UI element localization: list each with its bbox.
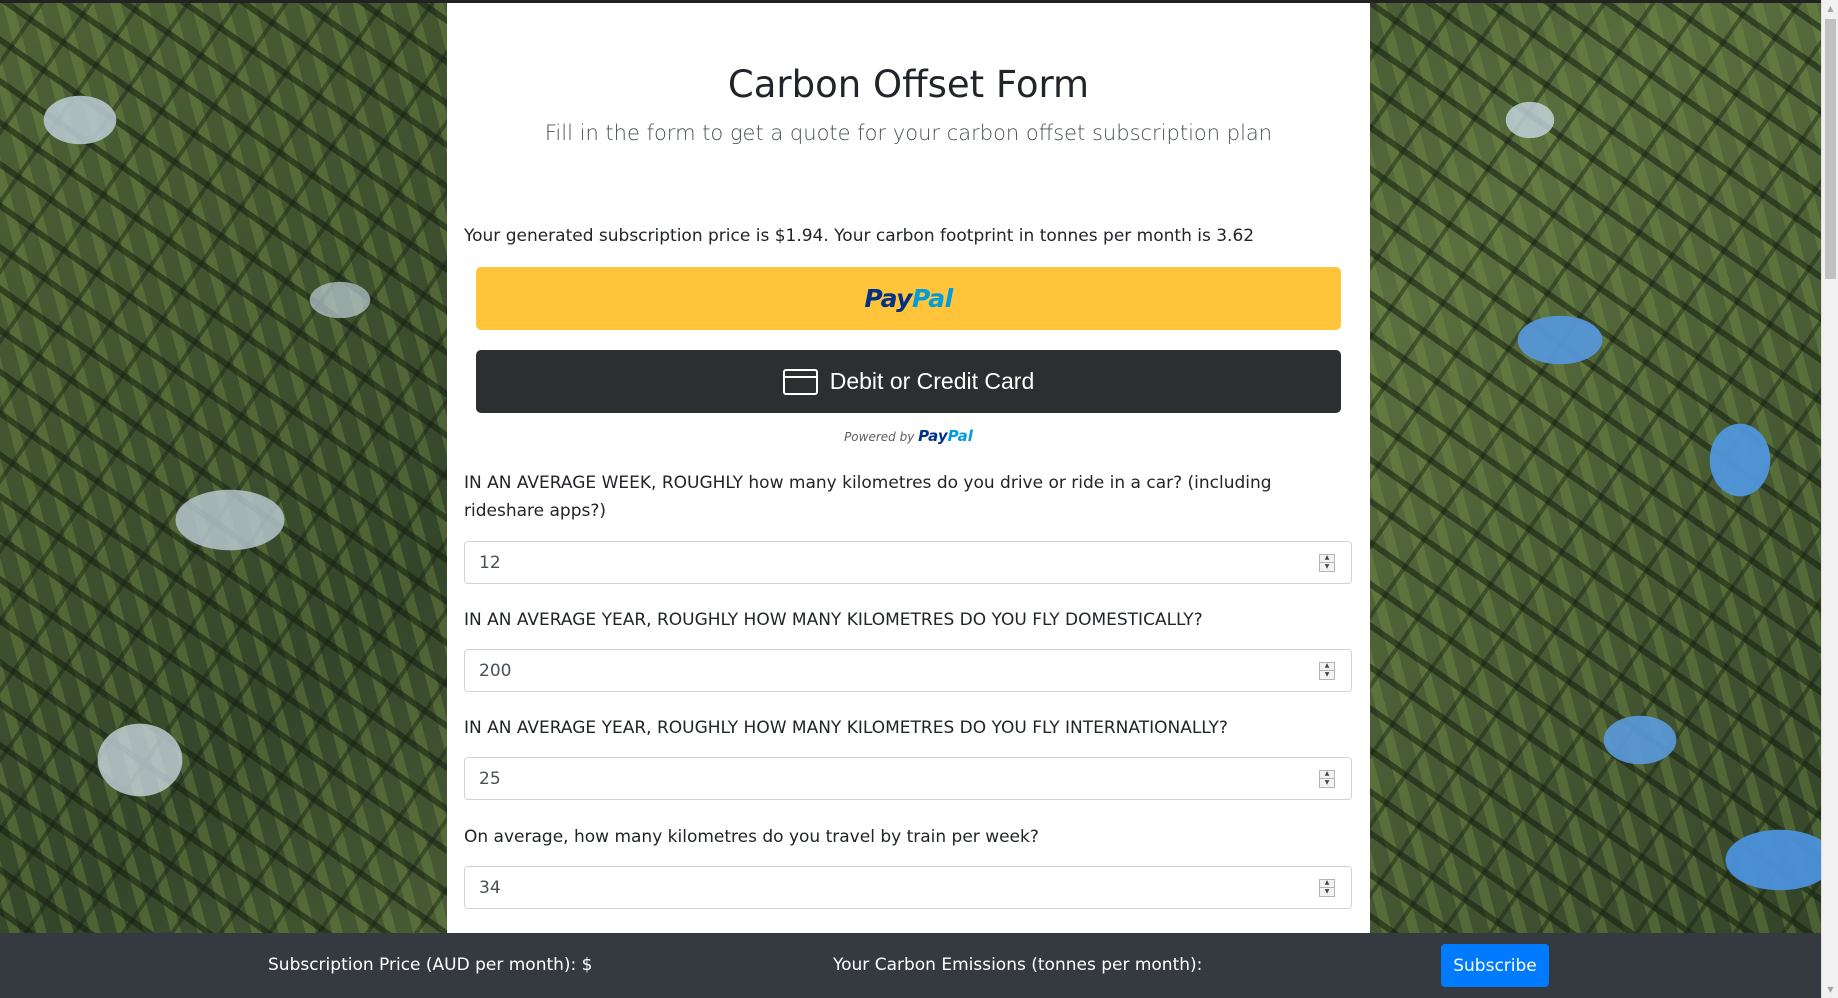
page-title: Carbon Offset Form <box>727 63 1090 106</box>
subscription-price-label: Subscription Price (AUD per month): $ <box>268 955 593 975</box>
form-card: Carbon Offset Form Fill in the form to g… <box>447 3 1370 933</box>
question-car-km-label: IN AN AVERAGE WEEK, ROUGHLY how many kil… <box>464 473 1272 521</box>
train-km-spinner[interactable]: ▲ ▼ <box>1319 878 1335 897</box>
train-km-input[interactable]: 34 ▲ ▼ <box>464 866 1352 909</box>
question-train-km-label: On average, how many kilometres do you t… <box>464 827 1039 847</box>
train-km-value: 34 <box>479 877 501 898</box>
spinner-down-icon[interactable]: ▼ <box>1320 562 1334 571</box>
spinner-up-icon[interactable]: ▲ <box>1320 771 1334 779</box>
car-km-value: 12 <box>479 552 501 573</box>
scroll-down-arrow-icon[interactable]: ▼ <box>1822 981 1838 998</box>
car-km-spinner[interactable]: ▲ ▼ <box>1319 553 1335 572</box>
paypal-logo-pay: Pay <box>864 284 912 313</box>
quote-result-text: Your generated subscription price is $1.… <box>464 226 1255 246</box>
top-border <box>0 0 1838 3</box>
powered-logo-pay: Pay <box>918 427 948 445</box>
powered-by-paypal: Powered by PayPal <box>447 427 1370 445</box>
question-international-flight-label: IN AN AVERAGE YEAR, ROUGHLY HOW MANY KIL… <box>464 718 1228 738</box>
domestic-flight-km-input[interactable]: 200 ▲ ▼ <box>464 649 1352 692</box>
scrollbar-thumb[interactable] <box>1825 19 1836 279</box>
spinner-down-icon[interactable]: ▼ <box>1320 778 1334 787</box>
page-subtitle: Fill in the form to get a quote for your… <box>544 121 1273 145</box>
carbon-emissions-label: Your Carbon Emissions (tonnes per month)… <box>833 955 1203 975</box>
international-flight-spinner[interactable]: ▲ ▼ <box>1319 769 1335 788</box>
spinner-up-icon[interactable]: ▲ <box>1320 880 1334 888</box>
domestic-flight-km-value: 200 <box>479 660 512 681</box>
spinner-up-icon[interactable]: ▲ <box>1320 663 1334 671</box>
paypal-button[interactable]: PayPal <box>476 267 1341 330</box>
credit-card-icon <box>782 368 818 395</box>
car-km-input[interactable]: 12 ▲ ▼ <box>464 541 1352 584</box>
domestic-flight-spinner[interactable]: ▲ ▼ <box>1319 661 1335 680</box>
vertical-scrollbar[interactable]: ▲ ▼ <box>1821 0 1838 998</box>
spinner-down-icon[interactable]: ▼ <box>1320 887 1334 896</box>
powered-logo-pal: Pal <box>947 427 973 445</box>
powered-paypal-logo: PayPal <box>918 427 973 445</box>
powered-by-text: Powered by <box>844 430 915 444</box>
paypal-logo: PayPal <box>864 284 953 313</box>
scroll-up-arrow-icon[interactable]: ▲ <box>1822 0 1838 17</box>
debit-credit-card-button[interactable]: Debit or Credit Card <box>476 350 1341 413</box>
card-button-label: Debit or Credit Card <box>829 368 1035 394</box>
paypal-logo-pal: Pal <box>911 284 953 313</box>
spinner-down-icon[interactable]: ▼ <box>1320 670 1334 679</box>
international-flight-km-value: 25 <box>479 768 501 789</box>
subscribe-button[interactable]: Subscribe <box>1441 944 1549 987</box>
spinner-up-icon[interactable]: ▲ <box>1320 555 1334 563</box>
sticky-footer-bar: Subscription Price (AUD per month): $ Yo… <box>0 933 1821 998</box>
question-domestic-flight-label: IN AN AVERAGE YEAR, ROUGHLY HOW MANY KIL… <box>464 610 1203 630</box>
international-flight-km-input[interactable]: 25 ▲ ▼ <box>464 757 1352 800</box>
